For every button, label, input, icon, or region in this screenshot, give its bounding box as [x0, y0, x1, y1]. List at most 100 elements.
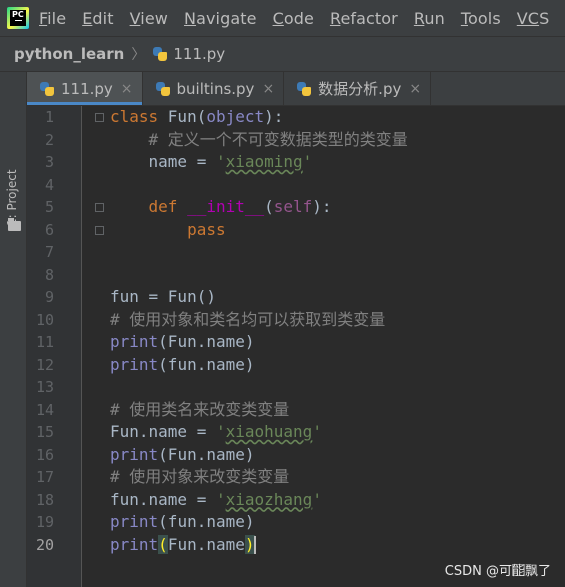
code-line: 6 pass [27, 219, 565, 242]
code-token: print [110, 332, 159, 351]
pycharm-logo-icon: PC [7, 7, 29, 29]
tab-builtins-py[interactable]: builtins.py × [143, 72, 285, 105]
code-token: # 使用对象来改变类变量 [110, 467, 290, 486]
close-tab-icon[interactable]: × [262, 81, 274, 97]
menu-file[interactable]: File [39, 9, 66, 28]
code-line: 15 Fun.name = 'xiaohuang' [27, 421, 565, 444]
code-token: ' [215, 152, 226, 171]
code-line: 5 def __init__(self): [27, 196, 565, 219]
menu-tools[interactable]: Tools [461, 9, 501, 28]
code-token: print [110, 512, 159, 531]
code-token: ( [196, 107, 207, 126]
code-text: print(Fun.name) [110, 534, 256, 557]
menu-run[interactable]: Run [414, 9, 445, 28]
editor-tab-bar: 111.py × builtins.py × 数据分析.py × [27, 72, 565, 106]
line-number: 4 [44, 175, 54, 194]
code-token: ( [158, 534, 168, 554]
code-line: 9 fun = Fun() [27, 286, 565, 309]
code-line: 2 # 定义一个不可变数据类型的类变量 [27, 129, 565, 152]
code-token: class [110, 107, 168, 126]
line-number: 2 [44, 130, 54, 149]
code-token: # 定义一个不可变数据类型的类变量 [148, 129, 408, 149]
code-text: name = 'xiaoming' [110, 151, 313, 174]
code-text: pass [110, 219, 226, 242]
code-token: # 使用类名来改变类变量 [110, 399, 290, 419]
menu-bar: PC File Edit View Navigate Code Refactor Run To… [0, 0, 565, 36]
code-text: print(fun.name) [110, 354, 255, 377]
code-line: 16 print(Fun.name) [27, 444, 565, 467]
text-caret [253, 536, 256, 554]
menu-items: File Edit View Navigate Code Refactor Run Tools… [39, 9, 565, 28]
line-number: 20 [35, 535, 54, 554]
code-line: 19 print(fun.name) [27, 511, 565, 534]
code-token: ): [264, 107, 284, 126]
tab-111-py[interactable]: 111.py × [27, 72, 143, 105]
close-tab-icon[interactable]: × [121, 81, 133, 97]
code-text: print(Fun.name) [110, 331, 255, 354]
close-tab-icon[interactable]: × [409, 81, 421, 97]
code-line: 3 name = 'xiaoming' [27, 151, 565, 174]
code-token: ' [312, 422, 322, 441]
folder-icon[interactable] [8, 218, 21, 231]
code-token: ' [312, 489, 322, 509]
code-line: 8 [27, 264, 565, 287]
breadcrumb: python_learn 〉 111.py [0, 36, 565, 72]
breadcrumb-file[interactable]: 111.py [173, 45, 225, 63]
code-text: Fun.name = 'xiaohuang' [110, 421, 322, 444]
line-number: 8 [44, 265, 54, 284]
fold-marker-icon[interactable] [95, 113, 104, 122]
code-text: print(Fun.name) [110, 444, 255, 467]
code-line: 1 class Fun(object): [27, 106, 565, 129]
line-number: 11 [35, 333, 54, 351]
line-number: 13 [35, 378, 54, 396]
line-number: 1 [44, 108, 54, 126]
line-number: 3 [44, 153, 54, 171]
tab-label: 111.py [61, 79, 113, 98]
fold-end-marker-icon[interactable] [95, 225, 104, 235]
line-number: 5 [44, 198, 54, 216]
line-number: 12 [35, 355, 54, 374]
menu-refactor[interactable]: Refactor [330, 9, 398, 28]
code-line: 12 print(fun.name) [27, 354, 565, 377]
code-line: 4 [27, 174, 565, 197]
tab-label: 数据分析.py [318, 80, 402, 98]
code-token: ' [215, 489, 226, 509]
code-token: def [148, 197, 188, 216]
code-token: pass [187, 219, 226, 239]
python-file-icon [39, 81, 55, 97]
code-text: fun.name = 'xiaozhang' [110, 489, 322, 512]
code-line: 14 # 使用类名来改变类变量 [27, 399, 565, 422]
code-editor[interactable]: 1 class Fun(object): 2 # 定义一个不可变数据类型的类变量 3 … [27, 106, 565, 587]
code-token: Fun [167, 107, 197, 126]
code-token: print [110, 444, 159, 464]
menu-code[interactable]: Code [273, 9, 314, 28]
line-number: 18 [35, 490, 54, 509]
fold-marker-icon[interactable] [95, 203, 104, 212]
code-token: __init__ [187, 197, 265, 216]
menu-navigate[interactable]: Navigate [184, 9, 257, 28]
code-line: 7 [27, 241, 565, 264]
code-token: object [206, 107, 265, 126]
breadcrumb-project[interactable]: python_learn [14, 45, 124, 63]
line-number: 10 [35, 310, 54, 329]
menu-edit[interactable]: Edit [82, 9, 113, 28]
code-token: Fun.name [167, 534, 245, 554]
code-line: 11 print(Fun.name) [27, 331, 565, 354]
code-token: fun.name = [110, 489, 216, 509]
code-text: print(fun.name) [110, 511, 255, 534]
code-token: (Fun.name) [158, 444, 255, 464]
tab--py[interactable]: 数据分析.py × [284, 72, 432, 105]
code-text: def __init__(self): [110, 196, 332, 219]
code-token: ' [215, 422, 226, 441]
code-line: 18 fun.name = 'xiaozhang' [27, 489, 565, 512]
code-token: print [110, 354, 159, 374]
line-number: 17 [35, 468, 54, 486]
code-token: xiaoming [225, 152, 303, 171]
code-text: # 定义一个不可变数据类型的类变量 [110, 129, 408, 152]
menu-vcs[interactable]: VCS [517, 9, 550, 28]
line-number: 15 [35, 423, 54, 441]
menu-view[interactable]: View [130, 9, 168, 28]
tab-label: builtins.py [176, 79, 255, 98]
